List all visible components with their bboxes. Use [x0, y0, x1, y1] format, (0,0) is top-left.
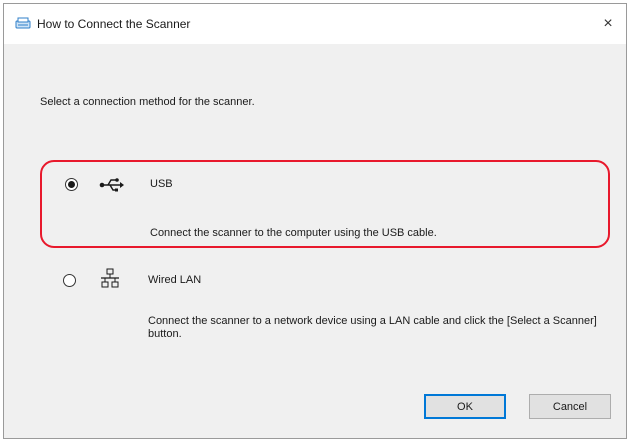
- cancel-button[interactable]: Cancel: [529, 394, 611, 419]
- usb-description: Connect the scanner to the computer usin…: [150, 227, 437, 239]
- usb-radio[interactable]: [65, 178, 78, 191]
- connect-scanner-dialog: How to Connect the Scanner × Select a co…: [3, 3, 627, 439]
- usb-label: USB: [150, 178, 173, 190]
- wired-lan-option[interactable]: Wired LAN Connect the scanner to a netwo…: [40, 264, 610, 354]
- network-icon: [100, 268, 120, 293]
- usb-icon: [99, 177, 125, 196]
- scanner-icon: [15, 17, 31, 30]
- instruction-text: Select a connection method for the scann…: [40, 96, 255, 108]
- usb-option[interactable]: USB Connect the scanner to the computer …: [40, 160, 610, 248]
- wired-lan-label: Wired LAN: [148, 274, 202, 286]
- title-bar: How to Connect the Scanner ×: [4, 4, 626, 44]
- close-icon: ×: [603, 15, 613, 32]
- window-title: How to Connect the Scanner: [37, 17, 191, 31]
- wired-lan-radio[interactable]: [63, 274, 76, 287]
- close-button[interactable]: ×: [590, 4, 626, 44]
- ok-button[interactable]: OK: [424, 394, 506, 419]
- wired-lan-description: Connect the scanner to a network device …: [148, 315, 597, 340]
